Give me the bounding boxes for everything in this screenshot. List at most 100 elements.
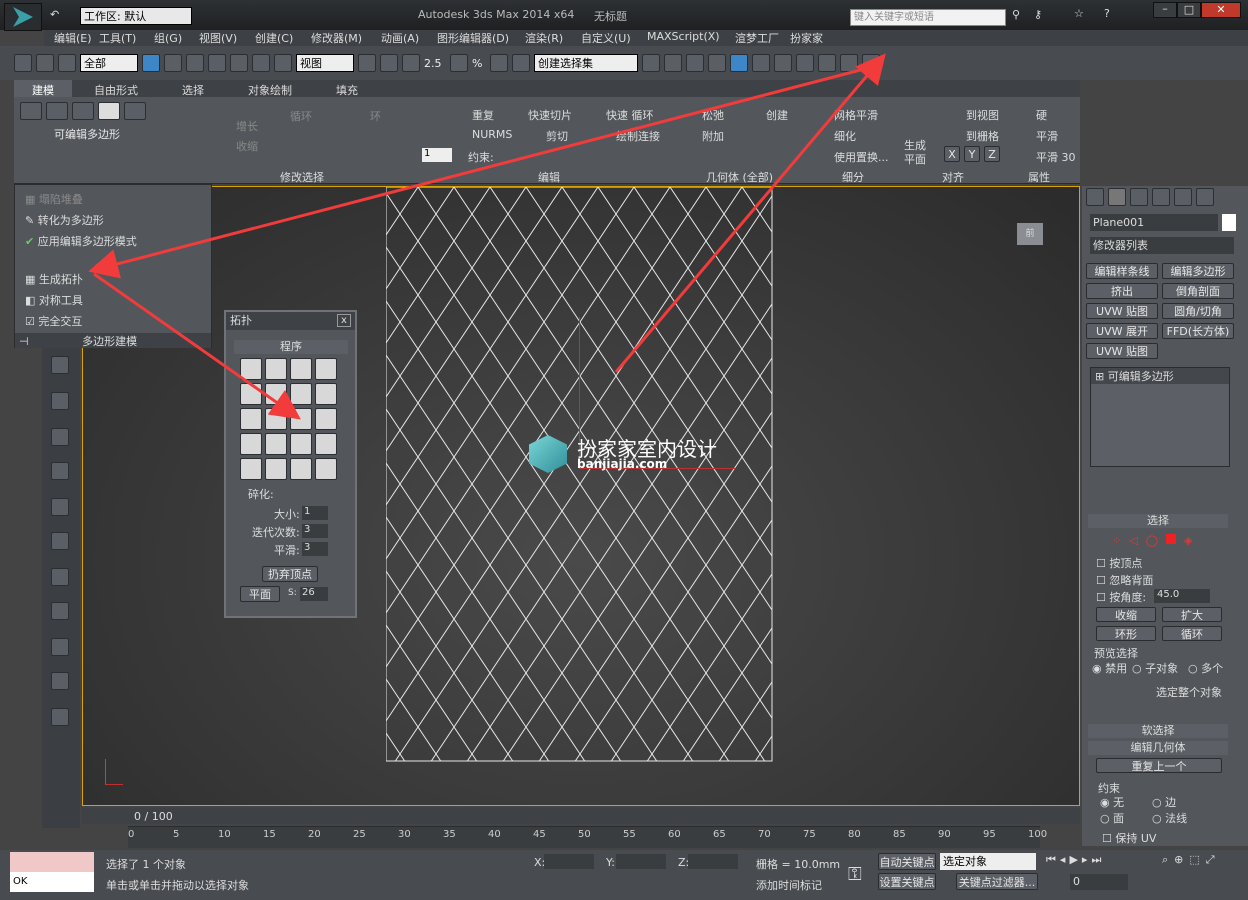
- layer-manager-icon[interactable]: [686, 54, 704, 72]
- ring-label[interactable]: 环: [370, 108, 381, 124]
- border-sel-icon[interactable]: ◯: [1146, 534, 1158, 547]
- cut-button[interactable]: 剪切: [546, 128, 568, 144]
- sun-icon[interactable]: [51, 532, 69, 550]
- tessellate-button[interactable]: 细化: [834, 128, 856, 144]
- graphite-toggle-icon[interactable]: [730, 54, 748, 72]
- edge-sel-icon[interactable]: ◁: [1129, 534, 1137, 547]
- auto-key-button[interactable]: 自动关键点: [878, 853, 936, 870]
- schematic-view-icon[interactable]: [774, 54, 792, 72]
- prev-frame-icon[interactable]: ◂: [1060, 853, 1066, 867]
- pattern-17-icon[interactable]: [240, 458, 262, 480]
- utilities-tab-icon[interactable]: [1196, 188, 1214, 206]
- monitor-icon[interactable]: [51, 356, 69, 374]
- help-icon[interactable]: ?: [1104, 7, 1110, 20]
- vertex-icon[interactable]: [20, 102, 42, 120]
- share-icon[interactable]: [51, 708, 69, 726]
- pattern-10-icon[interactable]: [265, 408, 287, 430]
- quickslice-button[interactable]: 快速切片: [528, 107, 572, 123]
- element-icon[interactable]: [124, 102, 146, 120]
- discard-verts-button[interactable]: 扔弃顶点: [262, 566, 318, 582]
- mod-ffd-button[interactable]: FFD(长方体): [1162, 323, 1234, 339]
- relax-button[interactable]: 松弛: [702, 107, 724, 123]
- spinner-snap-icon[interactable]: [490, 54, 508, 72]
- tab-modeling[interactable]: 建模: [14, 80, 72, 97]
- menu-render-factory[interactable]: 渲梦工厂: [735, 30, 790, 46]
- mod-edit-spline-button[interactable]: 编辑样条线: [1086, 263, 1158, 279]
- polygon-sel-icon[interactable]: [1166, 534, 1176, 544]
- dots-icon[interactable]: [51, 498, 69, 516]
- ref-coord-select[interactable]: 视图: [296, 54, 354, 72]
- pattern-2-icon[interactable]: [265, 358, 287, 380]
- pattern-diamond-icon[interactable]: [290, 408, 312, 430]
- plane-button[interactable]: 平面: [240, 586, 280, 602]
- preserve-uv-checkbox[interactable]: ☐ 保持 UV: [1102, 830, 1156, 846]
- soft-selection-header[interactable]: 软选择: [1088, 724, 1228, 738]
- airplane-icon[interactable]: [51, 428, 69, 446]
- grow-label[interactable]: 增长: [236, 118, 258, 134]
- unlink-icon[interactable]: [36, 54, 54, 72]
- menu-customize[interactable]: 自定义(U): [581, 30, 647, 46]
- attach-button[interactable]: 附加: [702, 128, 724, 144]
- next-frame-icon[interactable]: ▸: [1082, 853, 1088, 867]
- meshsmooth-button[interactable]: 网格平滑: [834, 107, 878, 123]
- angle-snap-icon[interactable]: [450, 54, 468, 72]
- max-viewport-icon[interactable]: ⤢: [1206, 853, 1215, 867]
- constraint-normal-radio[interactable]: ○ 法线: [1152, 810, 1187, 826]
- zoom-extents-icon[interactable]: ⬚: [1189, 853, 1199, 867]
- select-by-name-icon[interactable]: [164, 54, 182, 72]
- menu-graph-editors[interactable]: 图形编辑器(D): [437, 30, 525, 46]
- menu-maxscript[interactable]: MAXScript(X): [647, 30, 735, 46]
- edit-named-sel-icon[interactable]: [512, 54, 530, 72]
- modify-tab-icon[interactable]: [1108, 188, 1126, 206]
- repeat-button[interactable]: 重复: [472, 107, 494, 123]
- set-key-button[interactable]: 设置关键点: [878, 873, 936, 890]
- menu-animation[interactable]: 动画(A): [381, 30, 437, 46]
- maxscript-listener[interactable]: [10, 852, 94, 872]
- search-input[interactable]: 键入关键字或短语: [850, 9, 1006, 26]
- to-grid-button[interactable]: 到栅格: [966, 128, 999, 144]
- edge-icon[interactable]: [46, 102, 68, 120]
- tab-object-paint[interactable]: 对象绘制: [226, 80, 314, 97]
- loop-sel-button[interactable]: 循环: [1162, 626, 1222, 641]
- mod-uvw-map-button[interactable]: UVW 贴图: [1086, 303, 1158, 319]
- mod-unwrap-button[interactable]: UVW 展开: [1086, 323, 1158, 339]
- diamond-plane[interactable]: [386, 187, 773, 762]
- hard-button[interactable]: 硬: [1036, 107, 1047, 123]
- maxscript-output[interactable]: OK: [10, 872, 94, 892]
- stack-item[interactable]: ⊞ 可编辑多边形: [1091, 368, 1229, 384]
- pattern-4-icon[interactable]: [315, 358, 337, 380]
- add-time-tag[interactable]: 添加时间标记: [756, 877, 822, 893]
- nurms-button[interactable]: NURMS: [472, 128, 512, 141]
- scale-icon[interactable]: [274, 54, 292, 72]
- motion-tab-icon[interactable]: [1152, 188, 1170, 206]
- pattern-8-icon[interactable]: [315, 383, 337, 405]
- menu-tools[interactable]: 工具(T): [99, 30, 154, 46]
- selected-object-select[interactable]: 选定对象: [940, 853, 1036, 870]
- rect-select-icon[interactable]: [186, 54, 204, 72]
- inbox-icon[interactable]: [51, 462, 69, 480]
- tab-populate[interactable]: 填充: [314, 80, 380, 97]
- modifier-stack[interactable]: ⊞ 可编辑多边形: [1090, 367, 1230, 467]
- mod-uvw-map-2-button[interactable]: UVW 贴图: [1086, 343, 1158, 359]
- pattern-18-icon[interactable]: [265, 458, 287, 480]
- radio-subobj[interactable]: ○ 子对象: [1132, 660, 1178, 676]
- pattern-3-icon[interactable]: [290, 358, 312, 380]
- pattern-13-icon[interactable]: [240, 433, 262, 455]
- menu-banjiajia[interactable]: 扮家家: [790, 30, 840, 46]
- menu-view[interactable]: 视图(V): [199, 30, 255, 46]
- modifier-list-select[interactable]: 修改器列表: [1090, 237, 1234, 254]
- shrink-label[interactable]: 收缩: [236, 138, 258, 154]
- constraint-face-radio[interactable]: ○ 面: [1100, 810, 1124, 826]
- display-tab-icon[interactable]: [1174, 188, 1192, 206]
- menu-modifiers[interactable]: 修改器(M): [311, 30, 381, 46]
- pattern-15-icon[interactable]: [290, 433, 312, 455]
- align-x-button[interactable]: X: [944, 146, 960, 162]
- key-icon[interactable]: ⚷: [1034, 8, 1042, 21]
- angle-input[interactable]: 45.0: [1154, 589, 1210, 603]
- menu-item-full-interactivity[interactable]: ☑ 完全交互: [25, 313, 82, 329]
- pattern-12-icon[interactable]: [315, 408, 337, 430]
- mod-extrude-button[interactable]: 挤出: [1086, 283, 1158, 299]
- pattern-6-icon[interactable]: [265, 383, 287, 405]
- move-icon[interactable]: [230, 54, 248, 72]
- zoom-icon[interactable]: ⌕: [1162, 853, 1168, 867]
